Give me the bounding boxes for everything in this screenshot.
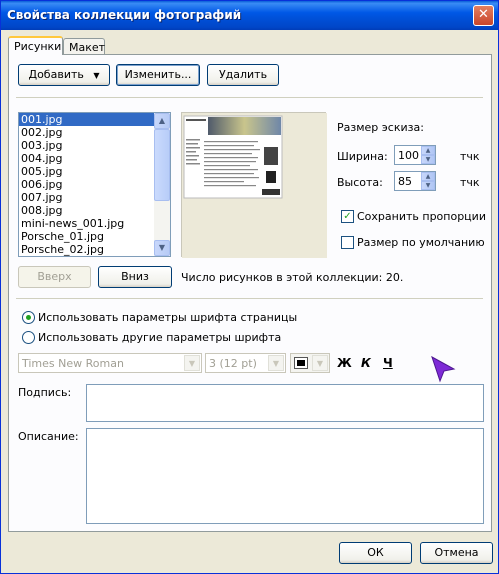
cancel-button[interactable]: Отмена (420, 542, 493, 564)
dropdown-arrow-icon: ▼ (93, 71, 100, 80)
tab-layout-label: Макет (69, 41, 106, 54)
height-unit: тчк (460, 176, 480, 189)
dialog-window: Свойства коллекции фотографий ✕ Рисунки … (0, 0, 499, 574)
mouse-cursor-icon (431, 355, 456, 383)
separator (16, 298, 483, 299)
width-label: Ширина: (337, 150, 388, 163)
scroll-down-icon[interactable]: ▼ (154, 240, 170, 256)
width-up-icon[interactable]: ▲ (421, 146, 435, 155)
list-item[interactable]: Porsche_02.jpg (19, 243, 170, 256)
chevron-down-icon: ▼ (184, 355, 200, 371)
chevron-down-icon: ▼ (268, 355, 284, 371)
use-page-font-radio[interactable] (22, 311, 35, 324)
use-page-font-label: Использовать параметры шрифта страницы (38, 311, 298, 324)
list-item[interactable]: 007.jpg (19, 191, 170, 204)
default-size-checkbox[interactable] (341, 236, 354, 249)
chevron-down-icon: ▼ (312, 355, 328, 371)
use-other-font-label: Использовать другие параметры шрифта (38, 331, 282, 344)
bold-icon[interactable]: Ж (337, 356, 352, 370)
height-label: Высота: (337, 176, 383, 189)
title-bar[interactable]: Свойства коллекции фотографий ✕ (1, 1, 498, 30)
move-down-button[interactable]: Вниз (98, 266, 172, 288)
close-icon[interactable]: ✕ (473, 5, 494, 26)
tab-pictures[interactable]: Рисунки (8, 36, 63, 55)
preview-thumbnail-image (182, 113, 327, 258)
keep-ratio-checkbox[interactable]: ✓ (341, 210, 354, 223)
use-other-font-radio[interactable] (22, 331, 35, 344)
caption-field[interactable] (86, 384, 484, 422)
tab-pictures-label: Рисунки (14, 40, 62, 53)
height-value: 85 (398, 175, 412, 188)
edit-button[interactable]: Изменить... (116, 64, 200, 86)
file-list-items: 001.jpg 002.jpg 003.jpg 004.jpg 005.jpg 006.j… (19, 113, 170, 256)
description-label: Описание: (18, 430, 79, 443)
height-down-icon[interactable]: ▼ (421, 181, 435, 190)
delete-button[interactable]: Удалить (207, 64, 279, 86)
height-up-icon[interactable]: ▲ (421, 172, 435, 181)
list-item[interactable]: 004.jpg (19, 152, 170, 165)
width-down-icon[interactable]: ▼ (421, 155, 435, 164)
default-size-label: Размер по умолчанию (357, 236, 485, 249)
font-color-picker[interactable]: ▼ (290, 353, 330, 373)
color-swatch-icon (294, 357, 308, 369)
list-item[interactable]: 001.jpg (19, 113, 155, 126)
list-item[interactable]: 006.jpg (19, 178, 170, 191)
ok-button[interactable]: ОК (339, 542, 412, 564)
keep-ratio-label: Сохранить пропорции (357, 210, 486, 223)
scroll-up-icon[interactable]: ▲ (154, 113, 170, 129)
window-title: Свойства коллекции фотографий (7, 8, 242, 22)
width-spinner[interactable]: 100 ▲ ▼ (394, 145, 436, 165)
list-item[interactable]: 003.jpg (19, 139, 170, 152)
caption-label: Подпись: (18, 386, 72, 399)
list-item[interactable]: Porsche_01.jpg (19, 230, 170, 243)
list-item[interactable]: 005.jpg (19, 165, 170, 178)
move-up-button[interactable]: Вверх (18, 266, 91, 288)
description-field[interactable] (86, 428, 484, 524)
scroll-thumb[interactable] (154, 129, 170, 201)
list-item[interactable]: mini-news_001.jpg (19, 217, 170, 230)
height-spinner[interactable]: 85 ▲ ▼ (394, 171, 436, 191)
picture-count-text: Число рисунков в этой коллекции: 20. (181, 271, 404, 284)
list-item[interactable]: 008.jpg (19, 204, 170, 217)
thumbnail-size-heading: Размер эскиза: (337, 121, 424, 134)
list-scrollbar[interactable]: ▲ ▼ (154, 113, 170, 256)
underline-icon[interactable]: Ч (383, 356, 393, 370)
width-unit: тчк (460, 150, 480, 163)
add-button-label: Добавить (28, 68, 84, 81)
font-size-select[interactable]: 3 (12 pt) ▼ (205, 353, 286, 373)
list-item[interactable]: 002.jpg (19, 126, 170, 139)
image-preview (181, 112, 327, 258)
separator (16, 97, 483, 98)
font-size-value: 3 (12 pt) (209, 357, 257, 370)
add-button[interactable]: Добавить ▼ (18, 64, 110, 86)
width-value: 100 (398, 149, 419, 162)
font-name-select[interactable]: Times New Roman ▼ (18, 353, 202, 373)
file-list[interactable]: 001.jpg 002.jpg 003.jpg 004.jpg 005.jpg 006.j… (18, 112, 171, 257)
italic-icon[interactable]: К (361, 356, 371, 370)
font-name-value: Times New Roman (22, 357, 124, 370)
